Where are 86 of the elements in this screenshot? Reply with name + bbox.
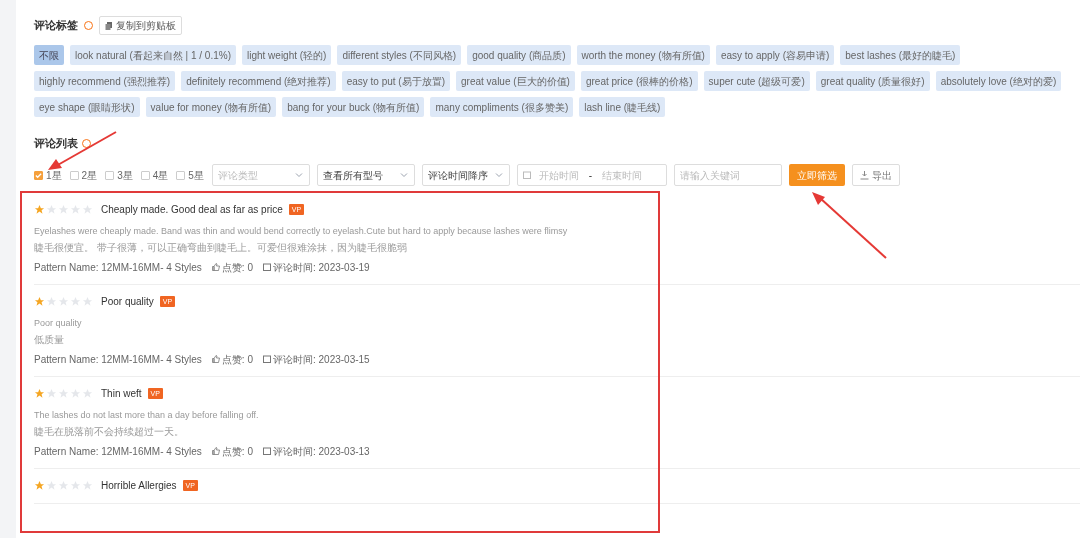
review-title: Thin weft [101, 387, 142, 401]
thumbs-up-icon [211, 447, 220, 455]
tag-chip[interactable]: bang for your buck (物有所值) [282, 97, 425, 117]
star-icon [82, 388, 93, 399]
tag-chip[interactable]: easy to apply (容易申请) [715, 45, 835, 65]
like-count: 点赞: 0 [221, 352, 253, 366]
pattern-name: Pattern Name: 12MM-16MM- 4 Styles [34, 444, 202, 458]
tag-chip[interactable]: different styles (不同风格) [337, 45, 462, 65]
review-date: 评论时间: 2023-03-13 [272, 444, 370, 458]
like-count: 点赞: 0 [221, 260, 253, 274]
review-text: Poor quality [34, 316, 83, 329]
tag-chip[interactable]: eye shape (眼睛形状) [34, 97, 140, 117]
check-icon [35, 171, 42, 179]
star-filter-checkbox[interactable]: 3星 [105, 167, 133, 183]
tag-chip[interactable]: value for money (物有所值) [145, 97, 277, 117]
star-icon [46, 296, 57, 307]
star-icon [82, 204, 93, 215]
keyword-input[interactable]: 请输入关键词 [673, 164, 782, 186]
star-icon [70, 388, 81, 399]
star-icon [46, 204, 57, 215]
tag-chip[interactable]: definitely recommend (绝对推荐) [181, 71, 336, 91]
download-icon [859, 170, 869, 180]
star-filter-checkbox[interactable]: 1星 [34, 167, 62, 183]
star-icon [34, 204, 45, 215]
star-filter-checkbox[interactable]: 2星 [69, 167, 98, 183]
tag-chip[interactable]: great value (巨大的价值) [456, 71, 575, 91]
review-date: 评论时间: 2023-03-15 [272, 352, 370, 366]
date-range-field[interactable]: 开始时间 - 结束时间 [516, 164, 667, 186]
review-title: Cheaply made. Good deal as far as price [101, 203, 283, 217]
calendar-icon [262, 447, 271, 455]
pattern-name: Pattern Name: 12MM-16MM- 4 Styles [34, 352, 202, 366]
star-icon [46, 388, 57, 399]
star-filter-checkbox[interactable]: 5星 [176, 167, 204, 183]
review-text: Eyelashes were cheaply made. Band was thin and would bend correctly to eyelash.Cute but hard to apply because lashes were flimsy [34, 224, 569, 237]
star-icon [82, 480, 93, 491]
thumbs-up-icon [211, 355, 220, 363]
review-title: Horrible Allergies [101, 479, 177, 493]
star-icon [58, 296, 69, 307]
tag-chip[interactable]: worth the money (物有所值) [576, 45, 710, 65]
tag-chip[interactable]: look natural (看起来自然 | 1 / 0.1%) [70, 45, 236, 65]
copy-button[interactable]: 复制到剪贴板 [99, 16, 182, 35]
tag-chip[interactable]: good quality (商品质) [467, 45, 571, 65]
star-filter-checkbox[interactable]: 4星 [140, 167, 169, 183]
chevron-down-icon [293, 170, 304, 180]
section-title: 评论列表 [34, 136, 78, 151]
tag-chip[interactable]: super cute (超级可爱) [703, 71, 810, 91]
calendar-icon [522, 171, 531, 179]
tag-chip[interactable]: many compliments (很多赞美) [430, 97, 574, 117]
star-icon [70, 480, 81, 491]
section-title: 评论标签 [34, 18, 78, 34]
review-translation: 低质量 [34, 332, 65, 346]
copy-icon [105, 21, 113, 30]
star-icon [34, 388, 45, 399]
star-icon [34, 296, 45, 307]
chevron-down-icon [493, 170, 504, 180]
dropdown-select[interactable]: 查看所有型号 [316, 164, 415, 186]
tag-chip[interactable]: easy to put (易于放置) [341, 71, 450, 91]
annotation-arrow [46, 130, 118, 172]
export-button[interactable]: 导出 [851, 164, 900, 186]
calendar-icon [262, 263, 271, 271]
tag-chip[interactable]: absolutely love (绝对的爱) [935, 71, 1062, 91]
calendar-icon [262, 355, 271, 363]
star-icon [58, 480, 69, 491]
star-icon [70, 204, 81, 215]
pattern-name: Pattern Name: 12MM-16MM- 4 Styles [34, 260, 202, 274]
tag-chip[interactable]: great quality (质量很好) [815, 71, 930, 91]
thumbs-up-icon [211, 263, 220, 271]
tag-chip[interactable]: lash line (睫毛线) [579, 97, 666, 117]
star-icon [82, 296, 93, 307]
tag-chip[interactable]: light weight (轻的) [242, 45, 332, 65]
like-count: 点赞: 0 [221, 444, 253, 458]
star-icon [46, 480, 57, 491]
dropdown-select[interactable]: 评论时间降序 [421, 164, 510, 186]
chevron-down-icon [398, 170, 409, 180]
star-icon [58, 204, 69, 215]
star-icon [70, 296, 81, 307]
review-date: 评论时间: 2023-03-19 [272, 260, 370, 274]
star-icon [34, 480, 45, 491]
tag-chip[interactable]: 不限 [34, 45, 64, 65]
review-title: Poor quality [101, 295, 154, 309]
tag-chip[interactable]: great price (很棒的价格) [580, 71, 698, 91]
review-text: The lashes do not last more than a day before falling off. [34, 408, 260, 421]
star-icon [58, 388, 69, 399]
tag-chip[interactable]: best lashes (最好的睫毛) [840, 45, 961, 65]
review-translation: 睫毛很便宜。 带子很薄，可以正确弯曲到睫毛上。可爱但很难涂抹，因为睫毛很脆弱 [34, 240, 408, 254]
tag-chip[interactable]: highly recommend (强烈推荐) [34, 71, 176, 91]
